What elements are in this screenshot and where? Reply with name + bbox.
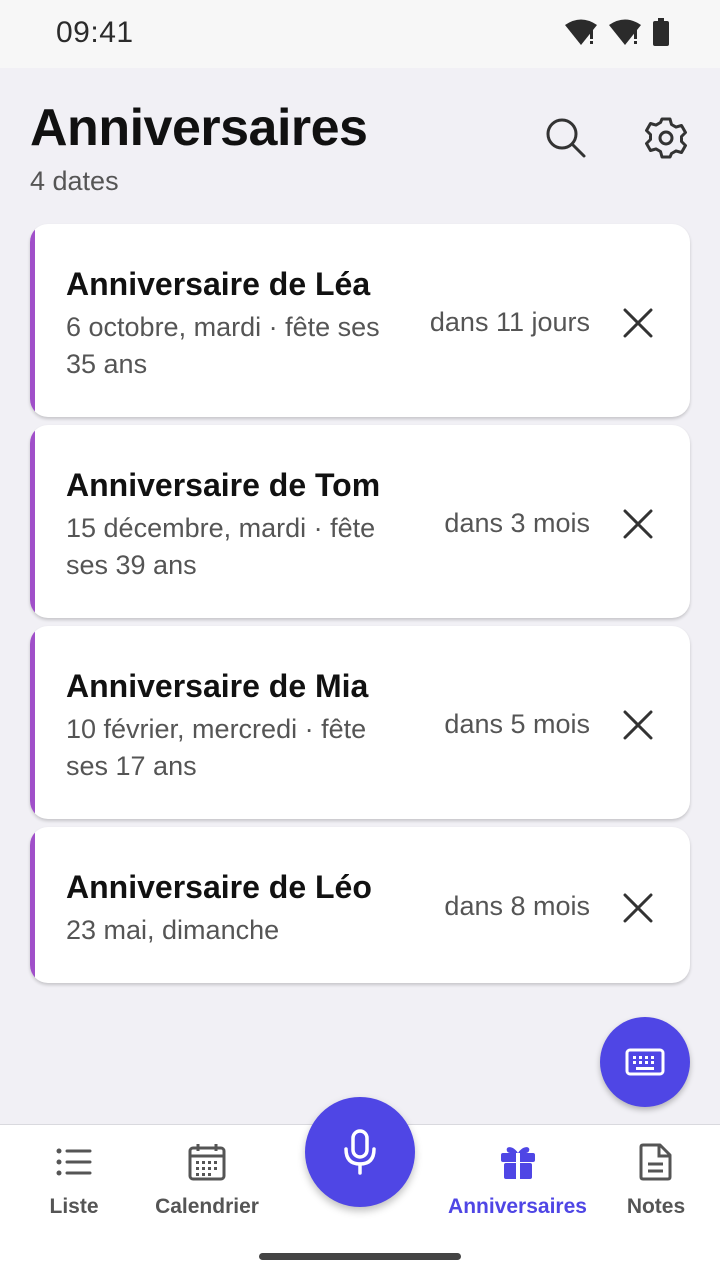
nav-label: Liste xyxy=(49,1195,99,1218)
birthday-countdown: dans 5 mois xyxy=(444,709,590,739)
keyboard-icon xyxy=(625,1048,665,1076)
battery-icon xyxy=(653,18,669,46)
birthday-subtitle: 23 mai, dimanche xyxy=(66,915,280,945)
settings-button[interactable] xyxy=(638,110,694,166)
nav-label: Notes xyxy=(626,1195,686,1218)
birthday-title: Anniversaire de Léo xyxy=(66,869,372,905)
delete-button[interactable] xyxy=(616,301,660,345)
birthday-title: Anniversaire de Tom xyxy=(66,467,381,503)
page-title: Anniversaires xyxy=(30,99,368,157)
birthday-card[interactable]: Anniversaire de Mia 10 février, mercredi… xyxy=(30,626,690,819)
birthday-countdown: dans 11 jours xyxy=(429,307,590,337)
nav-item-anniversaires[interactable]: Anniversaires xyxy=(448,1143,587,1219)
birthday-countdown: dans 8 mois xyxy=(444,891,590,921)
microphone-icon xyxy=(344,1129,376,1175)
search-icon xyxy=(546,118,586,158)
nav-label: Calendrier xyxy=(155,1195,259,1218)
nav-item-notes[interactable]: Notes xyxy=(626,1143,686,1219)
birthday-title: Anniversaire de Léa xyxy=(66,266,371,302)
nav-item-calendrier[interactable]: Calendrier xyxy=(155,1143,259,1219)
birthday-title: Anniversaire de Mia xyxy=(66,668,369,704)
close-icon xyxy=(623,308,653,338)
birthday-card[interactable]: Anniversaire de Léa 6 octobre, mardi · f… xyxy=(30,224,690,417)
calendar-icon xyxy=(188,1144,226,1181)
home-indicator[interactable] xyxy=(259,1253,461,1260)
status-bar: 09:41 xyxy=(0,0,720,68)
birthday-subtitle: 6 octobre, mardi · fête ses 35 ans xyxy=(66,312,380,379)
gear-icon xyxy=(645,117,687,159)
wifi-alert-icon xyxy=(565,19,597,45)
close-icon xyxy=(623,893,653,923)
birthday-card[interactable]: Anniversaire de Léo 23 mai, dimanche dan… xyxy=(30,827,690,983)
search-button[interactable] xyxy=(538,110,594,166)
close-icon xyxy=(623,509,653,539)
list-icon xyxy=(56,1148,92,1176)
gift-icon xyxy=(500,1147,535,1179)
birthday-subtitle: 15 décembre, mardi · fête ses 39 ans xyxy=(66,513,376,580)
close-icon xyxy=(623,710,653,740)
status-icons xyxy=(564,18,670,46)
signal-alert-icon xyxy=(609,19,641,45)
nav-label: Anniversaires xyxy=(448,1195,587,1218)
birthday-subtitle: 10 février, mercredi · fête ses 17 ans xyxy=(66,714,367,781)
voice-input-button[interactable] xyxy=(305,1097,415,1207)
birthday-countdown: dans 3 mois xyxy=(444,508,590,538)
keyboard-input-button[interactable] xyxy=(600,1017,690,1107)
page-subtitle: 4 dates xyxy=(30,166,119,196)
status-time: 09:41 xyxy=(56,16,134,49)
delete-button[interactable] xyxy=(616,502,660,546)
note-icon xyxy=(639,1143,672,1181)
delete-button[interactable] xyxy=(616,703,660,747)
birthday-card[interactable]: Anniversaire de Tom 15 décembre, mardi ·… xyxy=(30,425,690,618)
nav-item-liste[interactable]: Liste xyxy=(49,1143,99,1219)
delete-button[interactable] xyxy=(616,886,660,930)
